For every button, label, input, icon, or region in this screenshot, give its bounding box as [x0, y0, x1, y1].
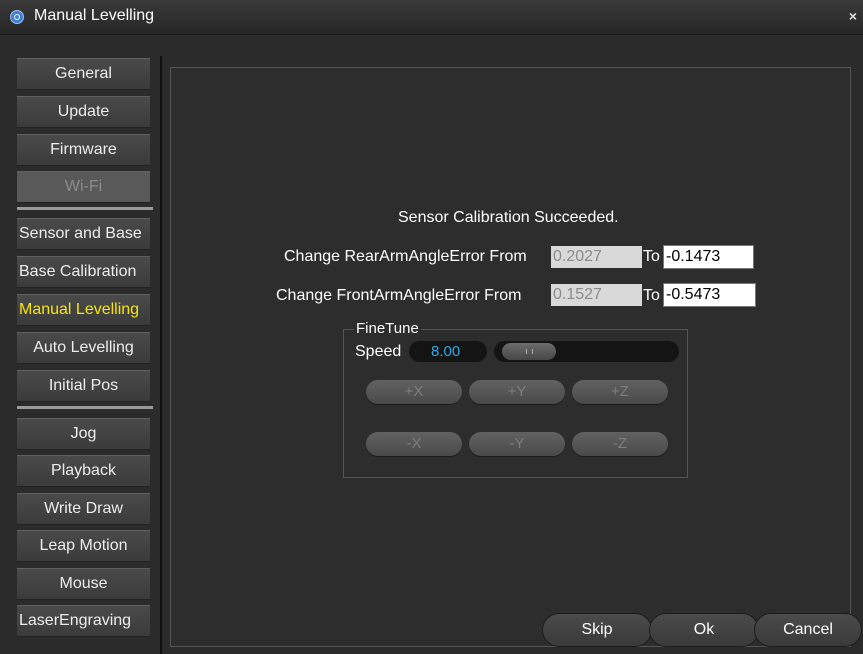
rear-from-field: 0.2027 [551, 246, 642, 268]
window-title: Manual Levelling [34, 7, 155, 24]
sidebar-item-auto-levelling[interactable]: Auto Levelling [17, 332, 150, 364]
status-message: Sensor Calibration Succeeded. [398, 209, 619, 226]
plus-y-button[interactable]: +Y [469, 380, 565, 404]
sidebar-item-manual-levelling[interactable]: Manual Levelling [17, 294, 150, 326]
cancel-button[interactable]: Cancel [754, 613, 862, 647]
speed-slider-handle[interactable] [502, 343, 556, 360]
app-logo-icon [10, 10, 24, 24]
front-to-input[interactable] [663, 283, 756, 307]
title-bar: Manual Levelling × [0, 0, 863, 35]
finetune-title: FineTune [354, 320, 421, 337]
minus-y-button[interactable]: -Y [469, 432, 565, 456]
sidebar-item-base-calibration[interactable]: Base Calibration [17, 256, 150, 288]
sidebar-item-write-draw[interactable]: Write Draw [17, 493, 150, 525]
sidebar-item-initial-pos[interactable]: Initial Pos [17, 370, 150, 402]
sidebar-item-general[interactable]: General [17, 58, 150, 90]
plus-z-button[interactable]: +Z [572, 380, 668, 404]
sidebar-item-wifi[interactable]: Wi-Fi [17, 171, 150, 203]
sidebar-item-playback[interactable]: Playback [17, 455, 150, 487]
sidebar-separator [17, 406, 153, 409]
front-from-field: 0.1527 [551, 284, 642, 306]
sidebar-divider [160, 56, 162, 654]
ok-button[interactable]: Ok [649, 613, 759, 647]
speed-label: Speed [355, 343, 402, 360]
minus-x-button[interactable]: -X [366, 432, 462, 456]
front-error-label: Change FrontArmAngleError From [276, 287, 522, 304]
sidebar-item-mouse[interactable]: Mouse [17, 568, 150, 600]
minus-z-button[interactable]: -Z [572, 432, 668, 456]
sidebar-item-jog[interactable]: Jog [17, 418, 150, 450]
sidebar-separator [17, 207, 153, 210]
sidebar-item-laser-engraving[interactable]: LaserEngraving [17, 605, 150, 637]
skip-button[interactable]: Skip [542, 613, 652, 647]
rear-error-label: Change RearArmAngleError From [284, 248, 527, 265]
rear-to-input[interactable] [663, 245, 754, 269]
plus-x-button[interactable]: +X [366, 380, 462, 404]
front-to-label: To [643, 287, 660, 304]
sidebar-item-leap-motion[interactable]: Leap Motion [17, 530, 150, 562]
speed-value: 8.00 [409, 341, 487, 362]
sidebar-item-firmware[interactable]: Firmware [17, 134, 150, 166]
sidebar-item-sensor-and-base[interactable]: Sensor and Base [17, 218, 150, 250]
close-icon[interactable]: × [849, 8, 857, 24]
sidebar-item-update[interactable]: Update [17, 96, 150, 128]
rear-to-label: To [643, 248, 660, 265]
